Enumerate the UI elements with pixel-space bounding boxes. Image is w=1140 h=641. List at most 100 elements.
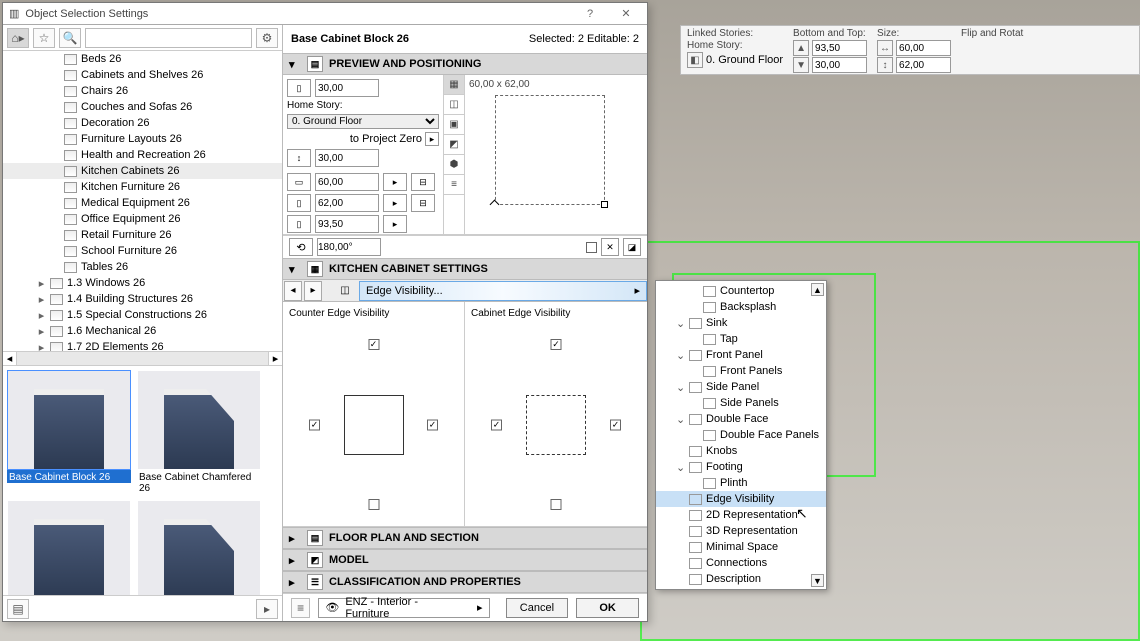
lock-icon[interactable]: ▸: [383, 173, 407, 191]
tree-item[interactable]: Chairs 26: [3, 83, 282, 99]
popup-item[interactable]: Knobs: [656, 443, 826, 459]
edge-top-check[interactable]: ✓: [368, 339, 379, 350]
thumbnail[interactable]: Base Cabinet Chamfered 26: [137, 370, 261, 494]
preview-positioning-header[interactable]: ▾ ▤ PREVIEW AND POSITIONING: [283, 53, 647, 75]
popup-item[interactable]: ⌄Footing: [656, 459, 826, 475]
thumbnail[interactable]: [137, 500, 261, 595]
popup-item[interactable]: ⌄Sink: [656, 315, 826, 331]
cab-bottom-check[interactable]: [551, 499, 562, 510]
popup-item[interactable]: 3D Representation: [656, 523, 826, 539]
close-button[interactable]: ✕: [611, 4, 641, 24]
preview-grid[interactable]: Base Cabinet Block 26Base Cabinet Chamfe…: [3, 365, 282, 595]
popup-item[interactable]: Plinth: [656, 475, 826, 491]
pp-val2[interactable]: [315, 149, 379, 167]
floor-plan-header[interactable]: ▸ ▤ FLOOR PLAN AND SECTION: [283, 527, 647, 549]
tree-item[interactable]: ▸1.3 Windows 26: [3, 275, 282, 291]
mirror-icon[interactable]: ✕: [601, 238, 619, 256]
popup-item[interactable]: ⌄Side Panel: [656, 379, 826, 395]
link-icon-2[interactable]: ⊟: [411, 194, 435, 212]
settings-popup-menu[interactable]: ▲ ▼ CountertopBacksplash⌄SinkTap⌄Front P…: [655, 280, 827, 590]
handle-br[interactable]: [601, 201, 608, 208]
popup-item[interactable]: Countertop: [656, 283, 826, 299]
popup-item[interactable]: Minimal Space: [656, 539, 826, 555]
tree-item[interactable]: Kitchen Furniture 26: [3, 179, 282, 195]
tree-item[interactable]: ▸1.4 Building Structures 26: [3, 291, 282, 307]
popup-item[interactable]: Description: [656, 571, 826, 587]
title-bar[interactable]: ▥ Object Selection Settings ? ✕: [3, 3, 647, 25]
help-button[interactable]: ?: [575, 4, 605, 24]
classification-header[interactable]: ▸ ☰ CLASSIFICATION AND PROPERTIES: [283, 571, 647, 593]
ok-button[interactable]: OK: [576, 598, 639, 618]
rotate-icon[interactable]: ◪: [623, 238, 641, 256]
pp-preview[interactable]: 60,00 x 62,00: [465, 75, 647, 234]
lock-icon-3[interactable]: ▸: [383, 215, 407, 233]
view-iso-button[interactable]: ⬢: [444, 155, 464, 175]
scroll-up-button[interactable]: ▲: [811, 283, 824, 296]
tree-scrollbar[interactable]: ◂ ▸: [3, 351, 282, 365]
view-list-button[interactable]: ≡: [444, 175, 464, 195]
bottom-input[interactable]: [812, 57, 867, 73]
popup-item[interactable]: Edge Visibility: [656, 491, 826, 507]
lock-icon-2[interactable]: ▸: [383, 194, 407, 212]
view-top-button[interactable]: ▦: [444, 75, 464, 95]
edge-visibility-dropdown[interactable]: Edge Visibility... ▸: [359, 281, 647, 301]
size2-input[interactable]: [896, 57, 951, 73]
scroll-down-button[interactable]: ▼: [811, 574, 824, 587]
library-tree[interactable]: Beds 26Cabinets and Shelves 26Chairs 26C…: [3, 51, 282, 351]
search-input[interactable]: [85, 28, 252, 48]
thumbnail[interactable]: [7, 500, 131, 595]
cab-right-check[interactable]: ✓: [610, 419, 621, 430]
tree-item[interactable]: ▸1.7 2D Elements 26: [3, 339, 282, 351]
tree-item[interactable]: Cabinets and Shelves 26: [3, 67, 282, 83]
bottom-icon-1[interactable]: ▤: [7, 599, 29, 619]
tree-item[interactable]: Kitchen Cabinets 26: [3, 163, 282, 179]
model-header[interactable]: ▸ ◩ MODEL: [283, 549, 647, 571]
tree-item[interactable]: Retail Furniture 26: [3, 227, 282, 243]
cancel-button[interactable]: Cancel: [506, 598, 569, 618]
view-front-button[interactable]: ▣: [444, 115, 464, 135]
popup-item[interactable]: Front Panels: [656, 363, 826, 379]
popup-item[interactable]: ⌄Front Panel: [656, 347, 826, 363]
pp-val3[interactable]: [315, 173, 379, 191]
popup-item[interactable]: Connections: [656, 555, 826, 571]
search-icon[interactable]: 🔍: [59, 28, 81, 48]
size1-input[interactable]: [896, 40, 951, 56]
tree-item[interactable]: Decoration 26: [3, 115, 282, 131]
tree-item[interactable]: Tables 26: [3, 259, 282, 275]
tree-item[interactable]: Couches and Sofas 26: [3, 99, 282, 115]
popup-item[interactable]: Double Face Panels: [656, 427, 826, 443]
kitchen-settings-header[interactable]: ▾ ▦ KITCHEN CABINET SETTINGS: [283, 258, 647, 280]
thumbnail[interactable]: Base Cabinet Block 26: [7, 370, 131, 494]
angle-input[interactable]: [317, 238, 381, 256]
link-icon[interactable]: ⊟: [411, 173, 435, 191]
gear-icon[interactable]: ⚙: [256, 28, 278, 48]
tree-item[interactable]: School Furniture 26: [3, 243, 282, 259]
nav-fwd-button[interactable]: ▸: [304, 281, 322, 301]
tree-item[interactable]: Medical Equipment 26: [3, 195, 282, 211]
popup-item[interactable]: 2D Representation: [656, 507, 826, 523]
tree-item[interactable]: Health and Recreation 26: [3, 147, 282, 163]
popup-item[interactable]: Side Panels: [656, 395, 826, 411]
bottom-icon-2[interactable]: ▸: [256, 599, 278, 619]
cab-top-check[interactable]: ✓: [551, 339, 562, 350]
view-side-button[interactable]: ◫: [444, 95, 464, 115]
popup-item[interactable]: ⌄Double Face: [656, 411, 826, 427]
tree-item[interactable]: ▸1.5 Special Constructions 26: [3, 307, 282, 323]
mirror-check[interactable]: [586, 242, 597, 253]
layer-icon[interactable]: ≡: [291, 598, 310, 618]
folder-view-button[interactable]: ⌂▸: [7, 28, 29, 48]
tree-item[interactable]: Furniture Layouts 26: [3, 131, 282, 147]
popup-item[interactable]: Backsplash: [656, 299, 826, 315]
pp-val5[interactable]: [315, 215, 379, 233]
edge-left-check[interactable]: ✓: [309, 419, 320, 430]
story-select[interactable]: 0. Ground Floor: [287, 114, 439, 129]
top-input[interactable]: [812, 40, 867, 56]
tree-item[interactable]: Office Equipment 26: [3, 211, 282, 227]
tree-item[interactable]: ▸1.6 Mechanical 26: [3, 323, 282, 339]
pp-val1[interactable]: [315, 79, 379, 97]
nav-back-button[interactable]: ◂: [284, 281, 302, 301]
popup-item[interactable]: Tap: [656, 331, 826, 347]
layer-dropdown[interactable]: 👁 ENZ - Interior - Furniture ▸: [318, 598, 489, 618]
favorite-button[interactable]: ☆: [33, 28, 55, 48]
edge-bottom-check[interactable]: [368, 499, 379, 510]
